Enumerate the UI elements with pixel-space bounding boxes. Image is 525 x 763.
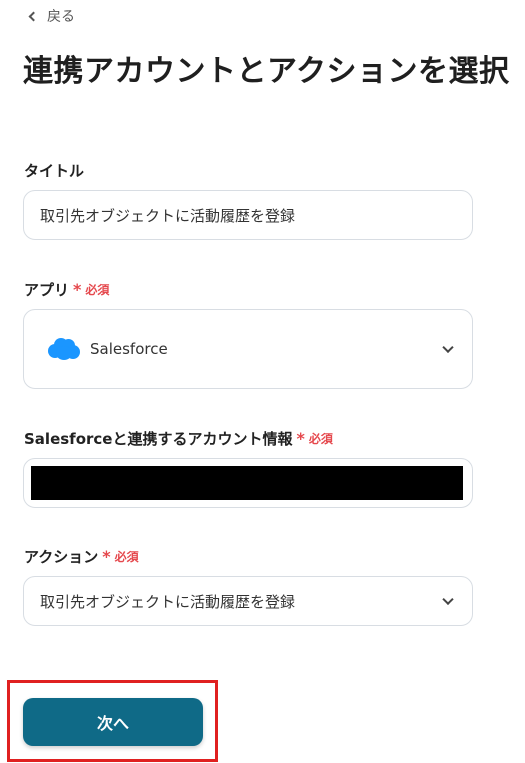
back-link[interactable]: 戻る [28,6,75,26]
required-asterisk: * [296,429,305,448]
app-select-value: Salesforce [90,340,168,358]
account-label-text: Salesforceと連携するアカウント情報 [24,430,293,448]
required-indicator: * 必須 [102,547,138,566]
app-select[interactable]: Salesforce [23,309,473,389]
title-label-text: タイトル [24,162,85,180]
chevron-left-icon [28,11,39,21]
page-title: 連携アカウントとアクションを選択 [23,54,510,89]
chevron-down-icon [442,341,454,354]
required-text: 必須 [85,283,110,297]
title-field-label: タイトル [24,160,84,181]
next-button[interactable]: 次へ [23,698,203,746]
required-text: 必須 [308,432,333,446]
back-label: 戻る [47,9,75,25]
required-indicator: * 必須 [296,429,332,448]
salesforce-cloud-icon [48,338,80,360]
chevron-down-icon [442,593,454,606]
required-indicator: * 必須 [73,280,109,299]
redacted-account-info [31,466,463,500]
title-input-value: 取引先オブジェクトに活動履歴を登録 [40,206,296,225]
account-field-label: Salesforceと連携するアカウント情報 * 必須 [24,428,333,449]
action-select-value: 取引先オブジェクトに活動履歴を登録 [40,592,296,611]
action-select[interactable]: 取引先オブジェクトに活動履歴を登録 [23,576,473,626]
required-asterisk: * [73,280,82,299]
account-select[interactable] [23,458,473,508]
action-label-text: アクション [24,548,99,566]
required-asterisk: * [102,547,111,566]
app-label-text: アプリ [24,281,70,299]
action-field-label: アクション * 必須 [24,546,139,567]
app-field-label: アプリ * 必須 [24,279,109,300]
required-text: 必須 [114,550,139,564]
title-input[interactable]: 取引先オブジェクトに活動履歴を登録 [23,190,473,240]
